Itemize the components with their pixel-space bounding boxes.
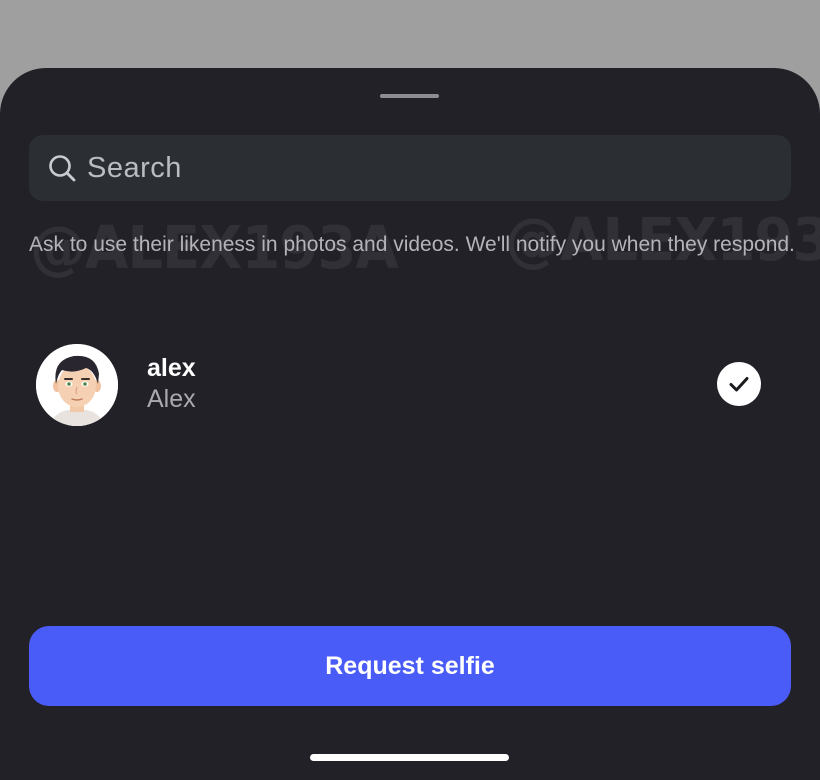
- search-bar[interactable]: [29, 135, 791, 201]
- search-icon: [49, 155, 76, 182]
- home-indicator: [310, 754, 509, 761]
- contact-username: alex: [147, 354, 196, 382]
- avatar-cartoon-face-icon: [36, 344, 118, 426]
- search-input[interactable]: [87, 135, 767, 201]
- contact-display-name: Alex: [147, 385, 196, 413]
- avatar: [36, 344, 118, 426]
- selected-checkbox[interactable]: [717, 362, 761, 406]
- bottom-sheet: @ALEX193A @ALEX193A Ask to use their lik…: [0, 68, 820, 780]
- contact-row[interactable]: alex Alex: [0, 338, 820, 434]
- checkmark-icon: [729, 377, 749, 392]
- drag-handle[interactable]: [380, 94, 439, 98]
- description-text: Ask to use their likeness in photos and …: [29, 233, 795, 256]
- request-selfie-button[interactable]: Request selfie: [29, 626, 791, 706]
